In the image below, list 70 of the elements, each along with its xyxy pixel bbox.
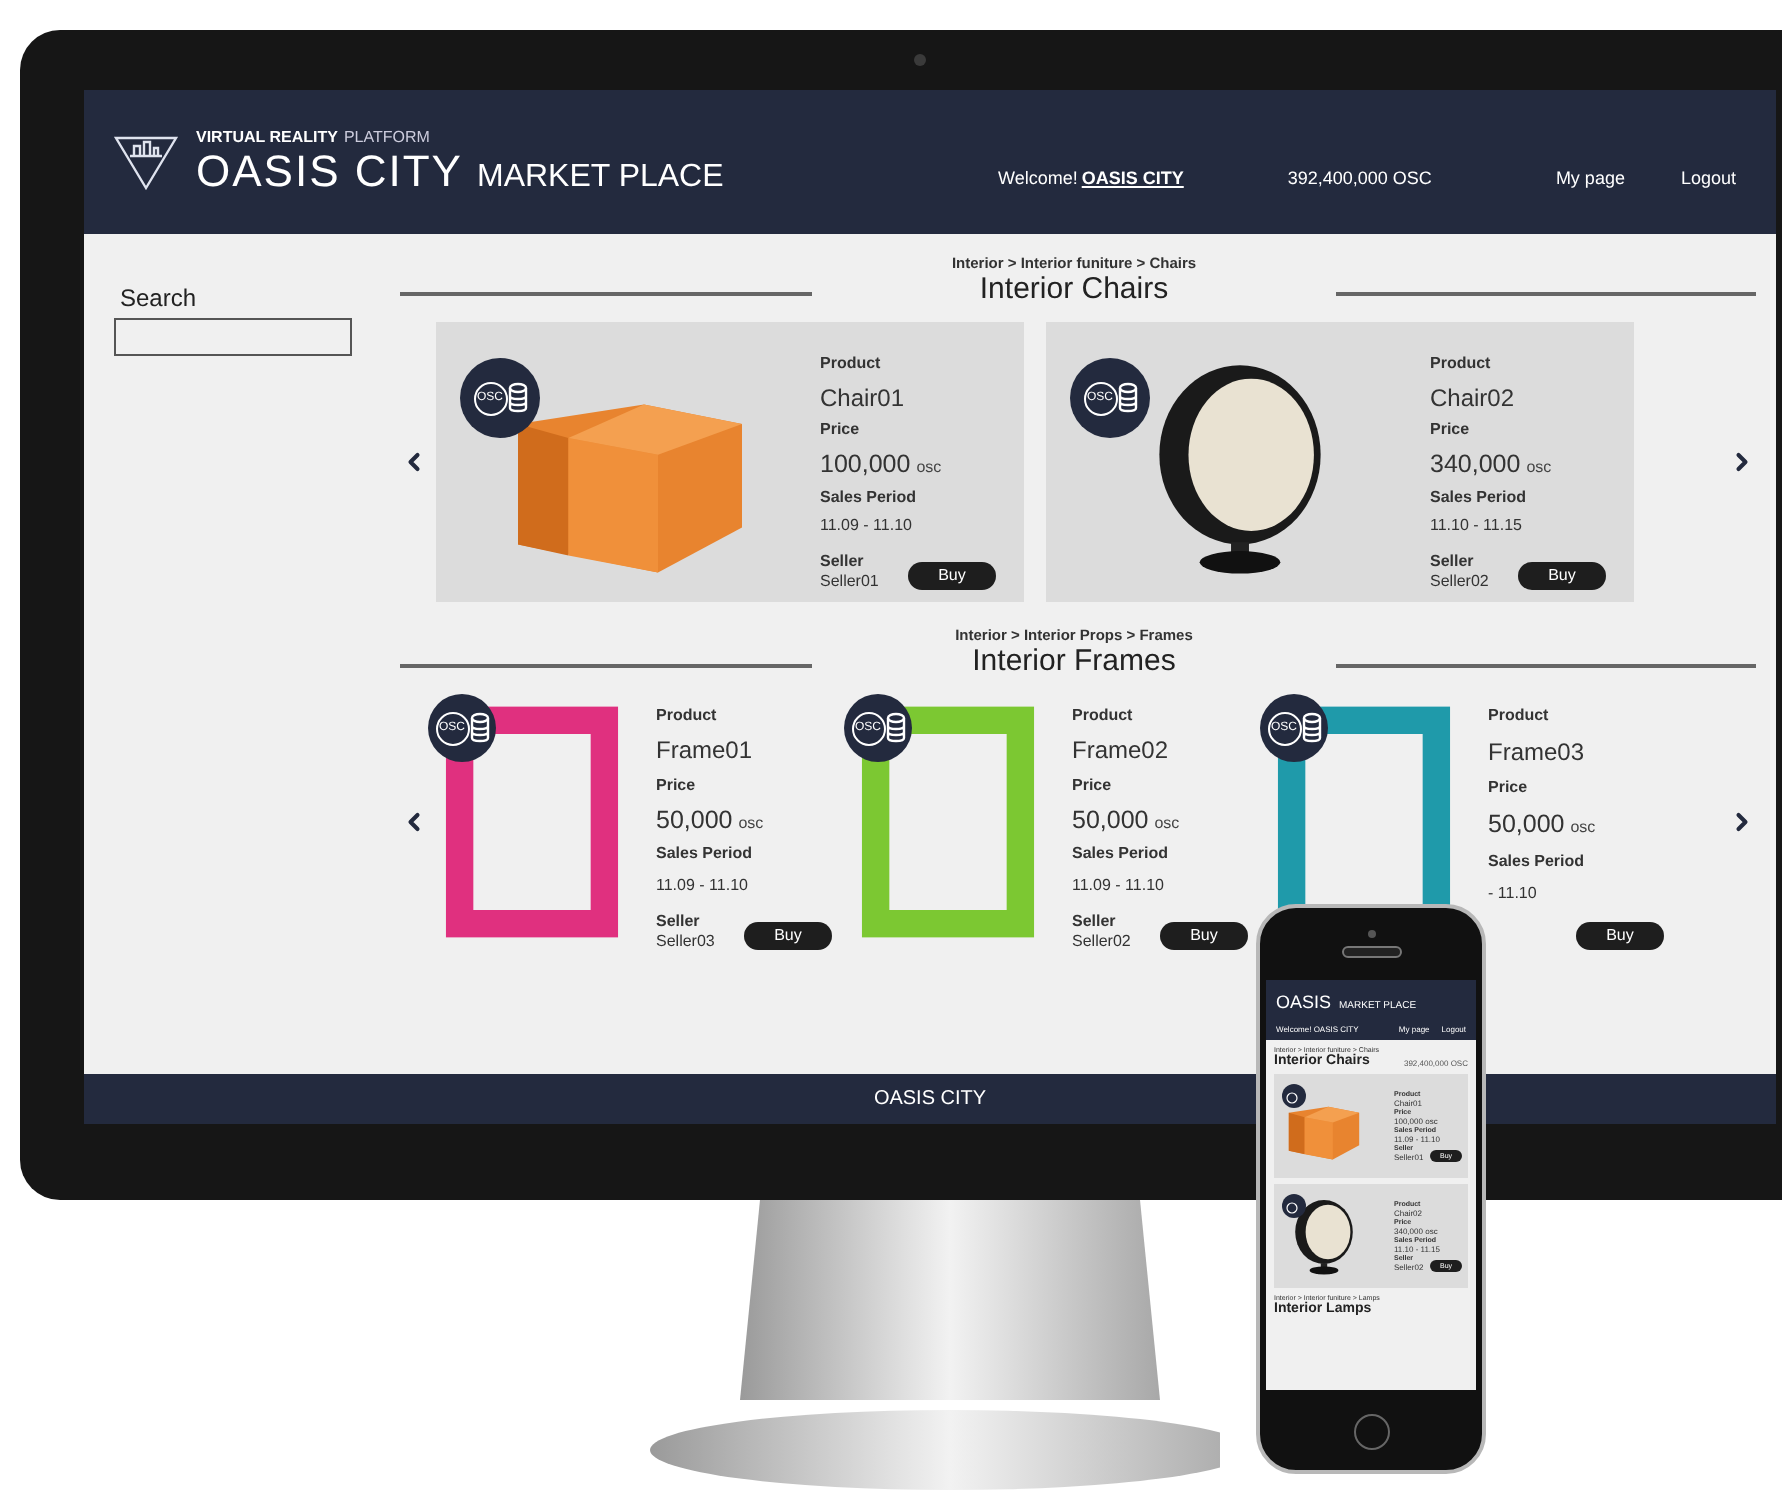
seller-name: Seller02 bbox=[1072, 931, 1131, 950]
speaker-grille bbox=[1341, 946, 1401, 958]
price-label: Price bbox=[1072, 775, 1114, 794]
product-label: Product bbox=[820, 354, 883, 372]
section-title: Interior Chairs bbox=[979, 272, 1169, 306]
product-label: Product bbox=[1430, 354, 1493, 372]
price-value: 100,000 bbox=[820, 449, 911, 478]
currency-unit: osc bbox=[1570, 818, 1596, 837]
product-label: Product bbox=[1072, 706, 1135, 724]
welcome-text: Welcome! bbox=[998, 168, 1078, 188]
camera-icon bbox=[1367, 930, 1375, 938]
seller-name: Seller02 bbox=[1430, 571, 1489, 590]
seller-label: Seller bbox=[656, 911, 702, 930]
product-name: Chair01 bbox=[820, 383, 907, 412]
buy-button[interactable]: Buy bbox=[1518, 561, 1606, 590]
sales-period-label: Sales Period bbox=[1072, 844, 1171, 863]
webcam-icon bbox=[914, 54, 926, 66]
product-name: Chair02 bbox=[1430, 383, 1517, 412]
user-name: OASIS CITY bbox=[1081, 168, 1184, 188]
tagline-bold: VIRTUAL REALITY bbox=[196, 127, 338, 145]
nav-link[interactable]: My page bbox=[1555, 168, 1625, 188]
sales-period-value: 11.09 - 11.10 bbox=[656, 875, 750, 894]
product-name: Frame03 bbox=[1488, 738, 1587, 767]
coin-badge-icon bbox=[1282, 1084, 1306, 1108]
buy-button[interactable]: Buy bbox=[1576, 921, 1664, 950]
seller-name: Seller03 bbox=[656, 931, 715, 950]
sales-period-value: 11.10 - 11.15 bbox=[1430, 516, 1524, 535]
price-value: 50,000 bbox=[1072, 805, 1149, 834]
currency-unit: osc bbox=[916, 457, 942, 476]
balance: 392,400,000 OSC bbox=[1287, 168, 1432, 188]
sales-period-label: Sales Period bbox=[820, 487, 919, 506]
product-label: Product bbox=[1488, 706, 1551, 724]
coin-badge-icon bbox=[1282, 1194, 1306, 1218]
currency-unit: osc bbox=[1526, 457, 1552, 476]
price-label: Price bbox=[1430, 420, 1472, 439]
price-label: Price bbox=[820, 420, 862, 439]
seller-label: Seller bbox=[820, 551, 866, 570]
seller-label: Seller bbox=[1430, 551, 1476, 570]
brand-name: OASIS CITY bbox=[196, 145, 463, 197]
price-value: 50,000 bbox=[1488, 810, 1565, 839]
sales-period-label: Sales Period bbox=[656, 844, 755, 863]
sales-period-value: 11.09 - 11.10 bbox=[1072, 875, 1166, 894]
currency-unit: osc bbox=[738, 813, 764, 832]
section-title: Interior Frames bbox=[972, 644, 1176, 678]
seller-label: Seller bbox=[1072, 911, 1118, 930]
price-label: Price bbox=[1488, 778, 1530, 797]
search-label: Search bbox=[118, 284, 199, 312]
price-label: Price bbox=[656, 775, 698, 794]
sales-period-label: Sales Period bbox=[1488, 851, 1587, 870]
price-value: 50,000 bbox=[656, 805, 733, 834]
search-field[interactable] bbox=[114, 318, 352, 356]
price-value: 340,000 bbox=[1430, 449, 1521, 478]
buy-button[interactable]: Buy bbox=[744, 921, 832, 950]
buy-button[interactable]: Buy bbox=[1160, 921, 1248, 950]
sales-period-value: - 11.10 bbox=[1488, 883, 1539, 902]
footer-text: OASIS CITY bbox=[873, 1088, 987, 1110]
logo-icon bbox=[112, 132, 180, 192]
product-name: Frame01 bbox=[656, 736, 755, 765]
product-label: Product bbox=[656, 706, 719, 724]
sales-period-value: 11.09 - 11.10 bbox=[820, 516, 914, 535]
nav-link[interactable]: Logout bbox=[1680, 168, 1736, 188]
home-button[interactable] bbox=[1353, 1414, 1389, 1450]
sales-period-label: Sales Period bbox=[1430, 487, 1529, 506]
tagline: PLATFORM bbox=[343, 127, 430, 145]
currency-unit: osc bbox=[1154, 813, 1180, 832]
site-subtitle: MARKET PLACE bbox=[476, 159, 724, 195]
product-name: Frame02 bbox=[1072, 736, 1171, 765]
brand-name: OASIS bbox=[1276, 992, 1332, 1012]
buy-button[interactable]: Buy bbox=[908, 561, 996, 590]
seller-name: Seller01 bbox=[820, 571, 879, 590]
